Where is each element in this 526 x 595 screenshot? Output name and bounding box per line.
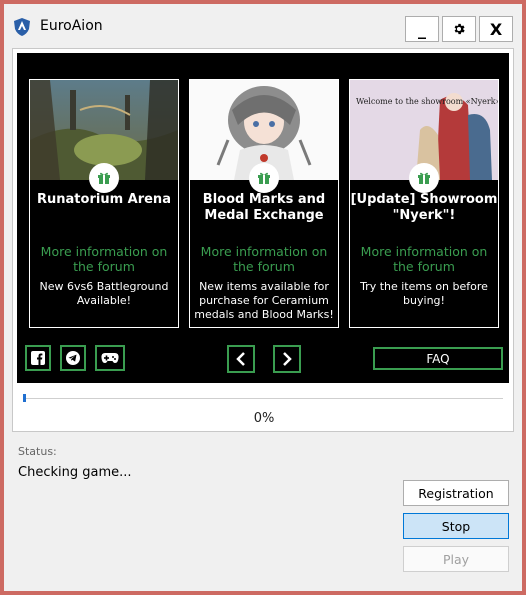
progress-bar — [23, 394, 503, 402]
settings-button[interactable] — [442, 16, 476, 42]
facebook-button[interactable] — [25, 345, 51, 371]
news-card-blood-marks[interactable]: Blood Marks and Medal Exchange More info… — [189, 79, 339, 328]
news-description: New 6vs6 Battleground Available! — [39, 280, 169, 307]
title-bar: EuroAion _ X — [4, 4, 522, 48]
chevron-left-icon — [236, 352, 245, 366]
facebook-icon — [31, 351, 45, 365]
registration-button[interactable]: Registration — [403, 480, 509, 506]
gift-icon — [409, 163, 439, 193]
launcher-window: EuroAion _ X Runatorium Arena More infor… — [4, 4, 522, 591]
news-area: Runatorium Arena More information on the… — [17, 53, 509, 383]
app-logo-icon — [14, 18, 30, 36]
forum-link[interactable]: More information on the forum — [30, 244, 178, 274]
close-icon: X — [489, 19, 503, 39]
forum-link[interactable]: More information on the forum — [190, 244, 338, 274]
news-card-showroom[interactable]: Welcome to the showroom «Nyerk»! [Update… — [349, 79, 499, 328]
next-button[interactable] — [273, 345, 301, 373]
gift-icon — [89, 163, 119, 193]
forum-link[interactable]: More information on the forum — [350, 244, 498, 274]
stop-button[interactable]: Stop — [403, 513, 509, 539]
minimize-button[interactable]: _ — [405, 16, 439, 42]
gift-icon — [249, 163, 279, 193]
previous-button[interactable] — [227, 345, 255, 373]
news-description: Try the items on before buying! — [360, 280, 488, 307]
status-text: Checking game... — [18, 465, 132, 480]
progress-text: 0% — [253, 411, 275, 426]
news-description: New items available for purchase for Cer… — [194, 280, 334, 321]
faq-button[interactable]: FAQ — [373, 347, 503, 370]
image-caption: Welcome to the showroom «Nyerk»! — [356, 97, 498, 106]
news-title: [Update] Showroom "Nyerk"! — [350, 192, 498, 223]
news-title: Runatorium Arena — [37, 192, 171, 207]
content-panel: Runatorium Arena More information on the… — [12, 48, 514, 432]
chevron-right-icon — [283, 352, 292, 366]
telegram-button[interactable] — [60, 345, 86, 371]
close-button[interactable]: X — [479, 16, 513, 42]
play-button[interactable]: Play — [403, 546, 509, 572]
status-label: Status: — [18, 445, 57, 458]
window-title: EuroAion — [40, 18, 103, 34]
news-card-runatorium[interactable]: Runatorium Arena More information on the… — [29, 79, 179, 328]
game-button[interactable] — [95, 345, 125, 371]
gamepad-icon — [101, 353, 119, 363]
news-title: Blood Marks and Medal Exchange — [202, 192, 326, 223]
telegram-icon — [66, 351, 80, 365]
minimize-icon: _ — [418, 19, 426, 39]
progress-fill — [23, 394, 26, 402]
gear-icon — [454, 23, 465, 35]
